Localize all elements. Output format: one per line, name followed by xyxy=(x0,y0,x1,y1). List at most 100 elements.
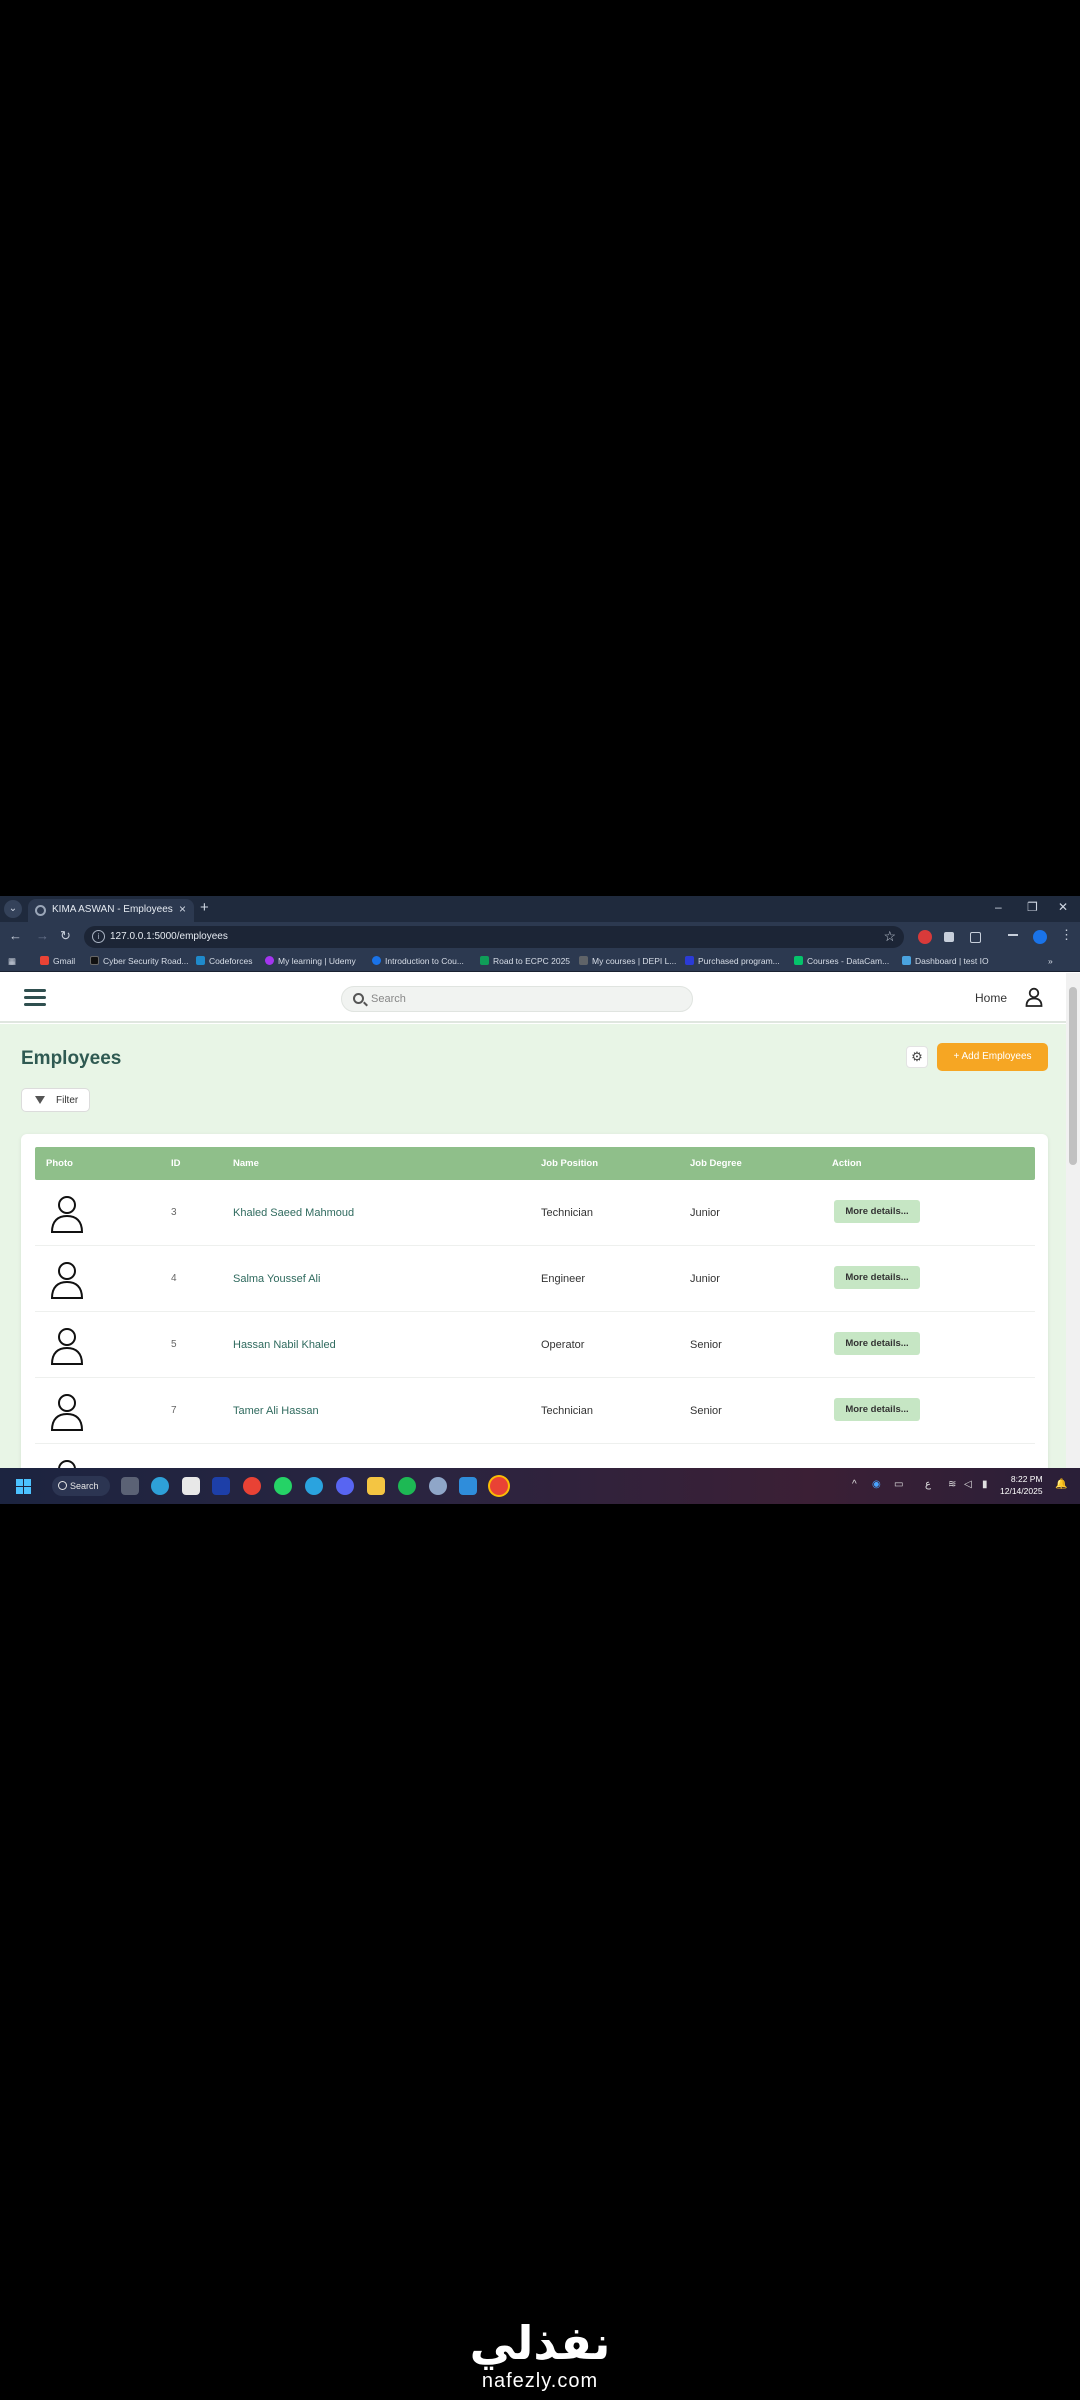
forward-button[interactable]: → xyxy=(36,928,49,943)
reload-button[interactable]: ↻ xyxy=(60,928,71,944)
employee-id: 4 xyxy=(171,1273,177,1284)
employee-name: Hassan Nabil Khaled xyxy=(233,1339,336,1351)
bookmark-item[interactable]: Introduction to Cou... xyxy=(372,956,464,966)
back-button[interactable]: ← xyxy=(9,928,22,943)
bookmark-item[interactable]: Codeforces xyxy=(196,956,252,966)
clock-date: 12/14/2025 xyxy=(1000,1486,1043,1496)
user-icon[interactable] xyxy=(1025,987,1043,1007)
keyboard-icon[interactable]: ▭ xyxy=(894,1479,903,1490)
more-details-button[interactable]: More details... xyxy=(834,1398,920,1421)
employee-id: 5 xyxy=(171,1339,177,1350)
browser-screen: ⌄ KIMA ASWAN - Employees × + – ❐ ✕ ← → ↻… xyxy=(0,896,1080,1504)
restore-button[interactable]: ❐ xyxy=(1027,900,1038,914)
menu-icon[interactable] xyxy=(24,989,46,1007)
address-bar[interactable]: i 127.0.0.1:5000/employees ☆ xyxy=(84,926,904,948)
add-employees-button[interactable]: + Add Employees xyxy=(937,1043,1048,1071)
media-controls-icon[interactable] xyxy=(1008,934,1018,942)
windows-taskbar: Search ^ ◉ ▭ ع ≋ ◁ ▮ 8:22 PM 12/14/2025 … xyxy=(0,1468,1080,1504)
job-degree: Junior xyxy=(690,1207,720,1219)
whatsapp-icon[interactable] xyxy=(274,1477,292,1495)
wifi-icon[interactable]: ≋ xyxy=(948,1479,956,1490)
extension-icon[interactable] xyxy=(918,930,932,944)
search-placeholder: Search xyxy=(371,993,406,1005)
browser-tab[interactable]: KIMA ASWAN - Employees × xyxy=(28,899,194,922)
column-header: Action xyxy=(832,1158,862,1169)
clock-time: 8:22 PM xyxy=(1010,1474,1043,1484)
job-degree: Senior xyxy=(690,1405,722,1417)
new-tab-button[interactable]: + xyxy=(200,899,209,916)
job-degree: Junior xyxy=(690,1273,720,1285)
bookmark-item[interactable]: My courses | DEPI L... xyxy=(579,956,676,966)
more-details-button[interactable]: More details... xyxy=(834,1332,920,1355)
settings-app-icon[interactable] xyxy=(429,1477,447,1495)
site-info-icon[interactable]: i xyxy=(92,930,105,943)
url-text: 127.0.0.1:5000/employees xyxy=(110,931,228,942)
vscode-icon[interactable] xyxy=(459,1477,477,1495)
battery-icon[interactable]: ▮ xyxy=(982,1479,988,1490)
discord-icon[interactable] xyxy=(336,1477,354,1495)
tab-search-button[interactable]: ⌄ xyxy=(4,900,22,918)
language-icon[interactable]: ع xyxy=(925,1479,931,1490)
employee-id: 7 xyxy=(171,1405,177,1416)
store-icon[interactable] xyxy=(182,1477,200,1495)
edge-icon[interactable] xyxy=(151,1477,169,1495)
close-window-button[interactable]: ✕ xyxy=(1058,900,1068,914)
settings-gear-icon[interactable]: ⚙ xyxy=(906,1046,928,1068)
scrollbar-thumb[interactable] xyxy=(1069,987,1077,1165)
bookmark-star-icon[interactable]: ☆ xyxy=(883,928,896,945)
more-bookmarks-icon[interactable]: » xyxy=(1048,956,1053,966)
tab-strip: ⌄ KIMA ASWAN - Employees × + – ❐ ✕ xyxy=(0,896,1080,922)
column-header: Photo xyxy=(46,1158,73,1169)
volume-icon[interactable]: ◁ xyxy=(964,1479,972,1490)
job-position: Engineer xyxy=(541,1273,586,1285)
column-header: Job Degree xyxy=(690,1158,742,1169)
column-header: Name xyxy=(233,1158,259,1169)
bookmark-item[interactable]: My learning | Udemy xyxy=(265,956,356,966)
filter-button[interactable]: Filter xyxy=(21,1088,90,1112)
more-details-button[interactable]: More details... xyxy=(834,1200,920,1223)
bookmark-item[interactable]: Road to ECPC 2025 xyxy=(480,956,570,966)
globe-icon xyxy=(35,905,46,916)
search-icon xyxy=(353,993,364,1004)
minimize-button[interactable]: – xyxy=(995,900,1002,914)
tab-title: KIMA ASWAN - Employees xyxy=(52,904,173,915)
pen-icon[interactable] xyxy=(944,932,954,942)
spotify-icon[interactable] xyxy=(398,1477,416,1495)
windows-start-icon[interactable] xyxy=(16,1479,31,1494)
taskbar-search[interactable]: Search xyxy=(52,1476,110,1496)
column-header: ID xyxy=(171,1158,181,1169)
task-view-icon[interactable] xyxy=(121,1477,139,1495)
employee-photo-placeholder xyxy=(50,1196,84,1233)
table-header: Photo ID Name Job Position Job Degree Ac… xyxy=(35,1147,1035,1180)
watermark-url: nafezly.com xyxy=(481,2370,599,2392)
telegram-icon[interactable] xyxy=(305,1477,323,1495)
bookmark-item[interactable]: Cyber Security Road... xyxy=(90,956,189,966)
notification-icon[interactable]: 🔔 xyxy=(1055,1479,1067,1490)
close-tab-icon[interactable]: × xyxy=(179,902,186,916)
job-position: Operator xyxy=(541,1339,585,1351)
table-row: 3 Khaled Saeed Mahmoud Technician Junior… xyxy=(35,1180,1035,1246)
chrome-icon[interactable] xyxy=(243,1477,261,1495)
bookmark-item[interactable]: Courses - DataCam... xyxy=(794,956,889,966)
chrome-active-icon[interactable] xyxy=(490,1477,508,1495)
apps-grid-icon[interactable]: ▦ xyxy=(8,956,16,967)
profile-avatar[interactable] xyxy=(1033,930,1047,944)
job-position: Technician xyxy=(541,1207,593,1219)
file-explorer-icon[interactable] xyxy=(367,1477,385,1495)
bookmark-item[interactable]: Gmail xyxy=(40,956,75,966)
filter-label: Filter xyxy=(56,1095,79,1106)
tray-chevron-icon[interactable]: ^ xyxy=(852,1479,857,1490)
l-app-icon[interactable] xyxy=(212,1477,230,1495)
more-details-button[interactable]: More details... xyxy=(834,1266,920,1289)
page-scrollbar[interactable] xyxy=(1066,973,1080,1468)
employee-photo-placeholder xyxy=(50,1394,84,1431)
bookmark-item[interactable]: Purchased program... xyxy=(685,956,780,966)
extensions-puzzle-icon[interactable] xyxy=(970,932,981,943)
taskbar-clock[interactable]: 8:22 PM 12/14/2025 xyxy=(1000,1473,1043,1497)
bookmark-item[interactable]: Dashboard | test IO xyxy=(902,956,989,966)
home-link[interactable]: Home xyxy=(975,991,1007,1005)
search-input[interactable]: Search xyxy=(341,986,693,1012)
browser-menu-icon[interactable]: ⋮ xyxy=(1060,927,1073,943)
tray-app-icon[interactable]: ◉ xyxy=(872,1479,881,1490)
bookmarks-bar: ▦ Gmail Cyber Security Road... Codeforce… xyxy=(0,952,1080,972)
